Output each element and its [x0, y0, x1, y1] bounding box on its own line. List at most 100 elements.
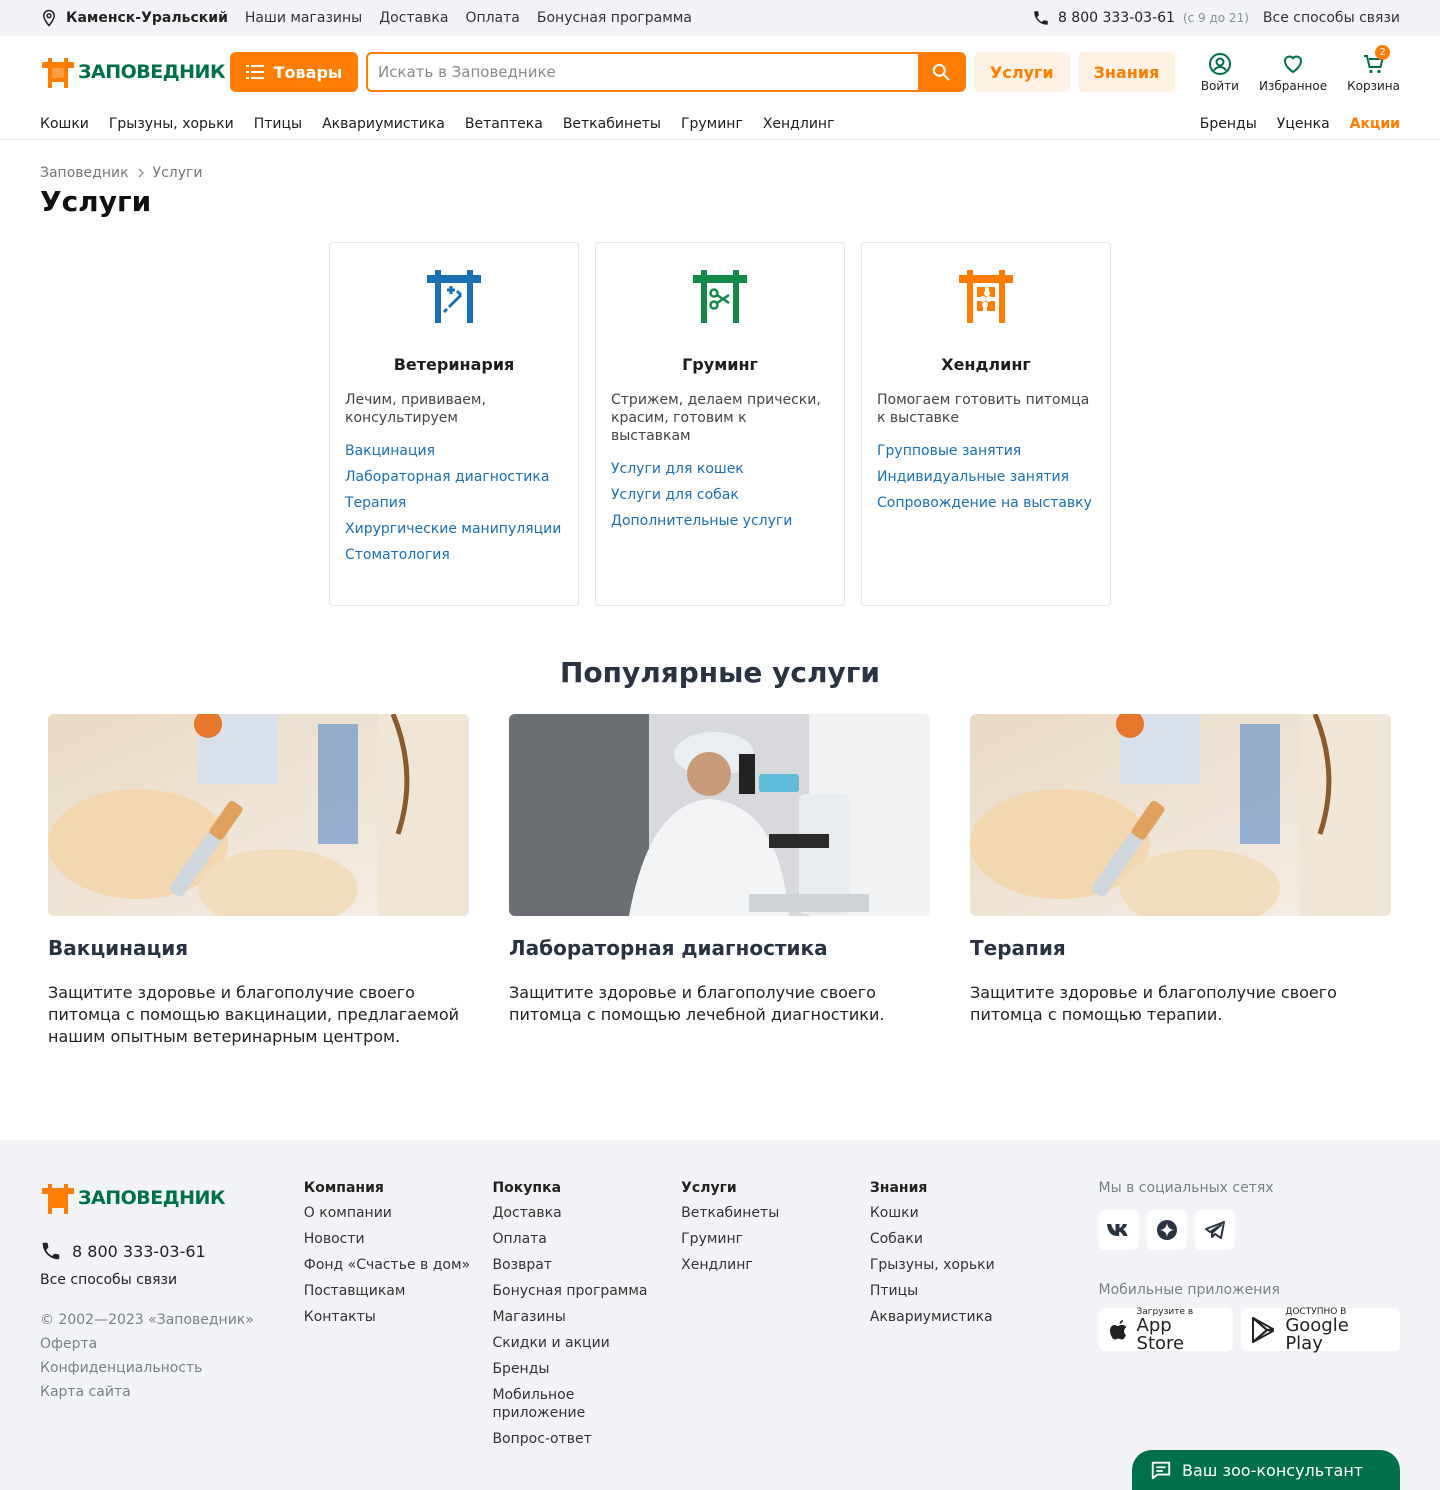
- all-contacts-link[interactable]: Все способы связи: [1263, 10, 1400, 26]
- footer-link[interactable]: Птицы: [870, 1282, 1059, 1300]
- service-link-individual[interactable]: Индивидуальные занятия: [877, 468, 1095, 486]
- knowledge-button[interactable]: Знания: [1077, 52, 1176, 92]
- service-link-surgery[interactable]: Хирургические манипуляции: [345, 520, 563, 538]
- topbar-phone[interactable]: 8 800 333-03-61: [1032, 9, 1175, 27]
- popular-card-vaccination[interactable]: Вакцинация Защитите здоровье и благополу…: [48, 714, 469, 1048]
- app-store-button[interactable]: Загрузите в App Store: [1098, 1307, 1234, 1352]
- google-play-button[interactable]: ДОСТУПНО В Google Play: [1241, 1307, 1401, 1354]
- topbar-link-bonus[interactable]: Бонусная программа: [537, 10, 692, 26]
- consultant-label: Ваш зоо-консультант: [1182, 1460, 1364, 1480]
- footer-link[interactable]: Контакты: [304, 1308, 493, 1326]
- nav-item-brands[interactable]: Бренды: [1200, 116, 1257, 132]
- service-link-extra[interactable]: Дополнительные услуги: [611, 512, 829, 530]
- footer-link[interactable]: Бонусная программа: [492, 1282, 681, 1300]
- footer-link[interactable]: Вопрос-ответ: [492, 1430, 681, 1448]
- zen-button[interactable]: [1146, 1210, 1187, 1250]
- service-link-dogs[interactable]: Услуги для собак: [611, 486, 829, 504]
- login-button[interactable]: Войти: [1201, 52, 1239, 93]
- city-selector[interactable]: Каменск-Уральский: [40, 9, 228, 27]
- footer-phone[interactable]: 8 800 333-03-61: [40, 1240, 304, 1262]
- footer-logo[interactable]: ЗАПОВЕДНИК: [40, 1180, 230, 1216]
- footer-link[interactable]: Груминг: [681, 1230, 870, 1248]
- footer-link[interactable]: Аквариумистика: [870, 1308, 1059, 1326]
- apps-label: Мобильные приложения: [1098, 1282, 1280, 1298]
- footer-link[interactable]: Магазины: [492, 1308, 681, 1326]
- footer-link-offer[interactable]: Оферта: [40, 1336, 304, 1352]
- footer-link[interactable]: Поставщикам: [304, 1282, 493, 1300]
- footer-link[interactable]: Хендлинг: [681, 1256, 870, 1274]
- heart-icon: [1281, 52, 1305, 76]
- nav-item-handling[interactable]: Хендлинг: [763, 116, 835, 132]
- popular-services: Вакцинация Защитите здоровье и благополу…: [48, 714, 1392, 1048]
- gplay-big-text: Google Play: [1285, 1314, 1349, 1354]
- service-link-exhibition[interactable]: Сопровождение на выставку: [877, 494, 1095, 512]
- breadcrumb-home[interactable]: Заповедник: [40, 165, 129, 181]
- nav-item-aquarium[interactable]: Аквариумистика: [322, 116, 445, 132]
- footer-link[interactable]: О компании: [304, 1204, 493, 1222]
- footer-link[interactable]: Веткабинеты: [681, 1204, 870, 1222]
- footer-link-privacy[interactable]: Конфиденциальность: [40, 1360, 304, 1376]
- nav-item-rodents[interactable]: Грызуны, хорьки: [109, 116, 234, 132]
- telegram-button[interactable]: [1194, 1210, 1235, 1250]
- footer-link[interactable]: Фонд «Счастье в дом»: [304, 1256, 493, 1274]
- service-link-dentistry[interactable]: Стоматология: [345, 546, 563, 564]
- zoo-consultant-button[interactable]: Ваш зоо-консультант: [1132, 1450, 1400, 1490]
- footer-link[interactable]: Кошки: [870, 1204, 1059, 1222]
- footer-link[interactable]: Бренды: [492, 1360, 681, 1378]
- login-label: Войти: [1200, 78, 1239, 93]
- work-hours: (с 9 до 21): [1182, 11, 1249, 25]
- vk-button[interactable]: [1098, 1210, 1139, 1250]
- popular-card-title: Лабораторная диагностика: [509, 936, 828, 960]
- cart-button[interactable]: 2 Корзина: [1347, 44, 1400, 93]
- topbar-link-payment[interactable]: Оплата: [465, 10, 519, 26]
- header: ЗАПОВЕДНИК Товары Услуги Знания Войти Из…: [0, 36, 1440, 108]
- favorites-label: Избранное: [1258, 78, 1328, 93]
- service-link-group[interactable]: Групповые занятия: [877, 442, 1095, 460]
- nav-item-vetclinics[interactable]: Веткабинеты: [563, 116, 661, 132]
- nav-item-vetpharmacy[interactable]: Ветаптека: [465, 116, 543, 132]
- service-link-therapy[interactable]: Терапия: [345, 494, 563, 512]
- service-title: Груминг: [682, 355, 758, 374]
- nav-item-markdown[interactable]: Уценка: [1277, 116, 1330, 132]
- footer-link[interactable]: Оплата: [492, 1230, 681, 1248]
- footer-link-sitemap[interactable]: Карта сайта: [40, 1384, 304, 1400]
- nav-item-cats[interactable]: Кошки: [40, 116, 89, 132]
- service-card-veterinary: Ветеринария Лечим, прививаем, консультир…: [329, 242, 579, 606]
- service-link-lab[interactable]: Лабораторная диагностика: [345, 468, 563, 486]
- footer-link[interactable]: Мобильное приложение: [492, 1386, 622, 1422]
- nav-item-promo[interactable]: Акции: [1350, 116, 1400, 132]
- footer-link[interactable]: Новости: [304, 1230, 493, 1248]
- services-button[interactable]: Услуги: [974, 52, 1070, 92]
- chat-icon: [1150, 1459, 1172, 1481]
- topbar-link-stores[interactable]: Наши магазины: [245, 10, 362, 26]
- nav-item-grooming[interactable]: Груминг: [681, 116, 743, 132]
- service-link-cats[interactable]: Услуги для кошек: [611, 460, 829, 478]
- topbar-link-delivery[interactable]: Доставка: [379, 10, 448, 26]
- search-input[interactable]: [368, 54, 918, 90]
- footer-link[interactable]: Собаки: [870, 1230, 1059, 1248]
- footer-all-contacts[interactable]: Все способы связи: [40, 1272, 304, 1288]
- handling-puzzle-icon: [955, 267, 1017, 329]
- footer-link[interactable]: Возврат: [492, 1256, 681, 1274]
- logo[interactable]: ЗАПОВЕДНИК: [40, 54, 230, 90]
- favorites-button[interactable]: Избранное: [1259, 52, 1327, 93]
- footer-column-title: Покупка: [492, 1180, 562, 1196]
- nav-item-birds[interactable]: Птицы: [254, 116, 302, 132]
- service-cards: Ветеринария Лечим, прививаем, консультир…: [0, 242, 1440, 606]
- footer-link[interactable]: Доставка: [492, 1204, 681, 1222]
- search-button[interactable]: [918, 54, 964, 90]
- footer-column-title: Знания: [869, 1180, 928, 1196]
- goods-catalog-button[interactable]: Товары: [230, 52, 358, 92]
- breadcrumb-current: Услуги: [152, 165, 203, 181]
- popular-card-therapy[interactable]: Терапия Защитите здоровье и благополучие…: [970, 714, 1391, 1048]
- category-nav: Кошки Грызуны, хорьки Птицы Аквариумисти…: [0, 108, 1440, 140]
- footer-link[interactable]: Грызуны, хорьки: [870, 1256, 1059, 1274]
- logo-text: ЗАПОВЕДНИК: [78, 61, 225, 83]
- phone-icon: [1032, 9, 1050, 27]
- popular-card-lab[interactable]: Лабораторная диагностика Защитите здоров…: [509, 714, 930, 1048]
- service-link-vaccination[interactable]: Вакцинация: [345, 442, 563, 460]
- footer-link[interactable]: Скидки и акции: [492, 1334, 681, 1352]
- telegram-icon: [1204, 1220, 1226, 1240]
- footer-column-title: Услуги: [681, 1180, 737, 1196]
- goods-button-label: Товары: [273, 62, 343, 82]
